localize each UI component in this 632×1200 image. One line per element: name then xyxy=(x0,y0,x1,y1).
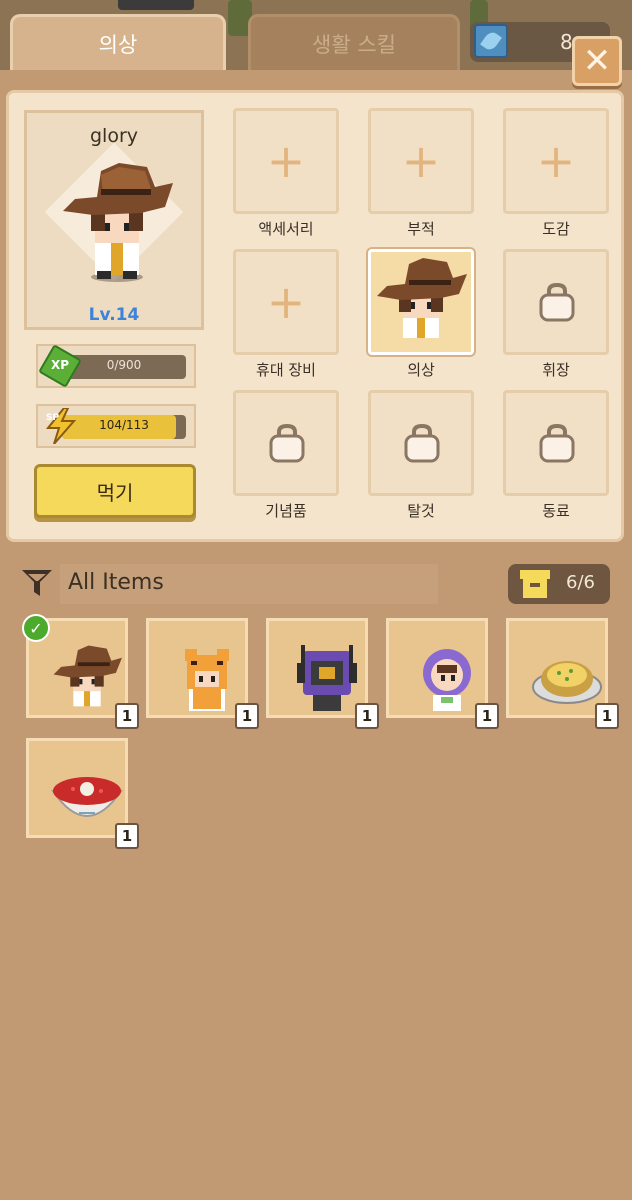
equip-slot-codex[interactable]: + xyxy=(503,108,609,214)
equip-slot-emblem[interactable] xyxy=(503,249,609,355)
inventory-item-borscht-soup-bowl[interactable]: 1 xyxy=(26,738,139,849)
eat-button[interactable]: 먹기 xyxy=(34,464,196,518)
sp-bar: 104/113 SP xyxy=(36,404,196,448)
currency-value: 8 xyxy=(560,30,573,54)
equip-slot-label: 액세서리 xyxy=(258,220,314,238)
xp-badge-label: XP xyxy=(50,358,70,372)
filter-dropdown[interactable]: All Items xyxy=(68,570,164,595)
sp-badge-label: SP xyxy=(46,413,59,423)
item-quantity: 1 xyxy=(235,703,259,729)
plus-icon: + xyxy=(266,134,306,188)
sp-track: 104/113 xyxy=(62,415,186,439)
xp-track: 0/900 xyxy=(62,355,186,379)
tab-life-skill[interactable]: 생활 스킬 xyxy=(248,14,460,70)
equip-slot-label: 의상 xyxy=(407,361,435,379)
character-avatar xyxy=(63,163,173,282)
item-quantity: 1 xyxy=(475,703,499,729)
inventory-item-baked-potato[interactable]: 1 xyxy=(506,618,619,729)
equip-slot-label: 휴대 장비 xyxy=(256,361,316,379)
plus-icon: + xyxy=(266,275,306,329)
funnel-filter-icon[interactable] xyxy=(20,566,54,600)
equip-slot-souvenir[interactable] xyxy=(233,390,339,496)
inventory-count: 6/6 xyxy=(566,572,595,593)
item-quantity: 1 xyxy=(115,823,139,849)
item-quantity: 1 xyxy=(355,703,379,729)
inventory-item-robot-costume[interactable]: 1 xyxy=(266,618,379,729)
mailbox-sign xyxy=(118,0,194,10)
equip-slot-charm[interactable]: + xyxy=(368,108,474,214)
storage-box-icon xyxy=(520,570,550,598)
equip-slot-label: 동료 xyxy=(542,502,570,520)
plus-icon: + xyxy=(401,134,441,188)
character-level: Lv.14 xyxy=(88,305,140,325)
close-button[interactable]: ✕ xyxy=(572,36,622,86)
xp-bar: 0/900 XP xyxy=(36,344,196,388)
tab-costume[interactable]: 의상 xyxy=(10,14,226,70)
plus-icon: + xyxy=(536,134,576,188)
inventory-item-tiger-costume[interactable]: 1 xyxy=(146,618,259,729)
equip-slot-accessory[interactable]: + xyxy=(233,108,339,214)
feather-gem-icon xyxy=(474,24,508,58)
sp-lightning-icon: SP xyxy=(45,408,77,444)
equip-slot-mount[interactable] xyxy=(368,390,474,496)
equip-slot-label: 휘장 xyxy=(542,361,570,379)
sp-text: 104/113 xyxy=(99,418,149,432)
equipped-check-icon: ✓ xyxy=(22,614,50,642)
inventory-item-astronaut-costume[interactable]: 1 xyxy=(386,618,499,729)
close-icon: ✕ xyxy=(582,41,612,81)
item-quantity: 1 xyxy=(115,703,139,729)
equip-slot-companion[interactable] xyxy=(503,390,609,496)
equip-slot-portable-gear[interactable]: + xyxy=(233,249,339,355)
equip-slot-label: 부적 xyxy=(407,220,435,238)
equip-slot-label: 기념품 xyxy=(265,502,307,520)
equip-slot-costume[interactable] xyxy=(368,249,474,355)
character-card: glory Lv.14 xyxy=(24,110,204,330)
character-name: glory xyxy=(89,125,139,147)
equip-slot-label: 탈것 xyxy=(407,502,435,520)
item-quantity: 1 xyxy=(595,703,619,729)
equip-slot-label: 도감 xyxy=(542,220,570,238)
